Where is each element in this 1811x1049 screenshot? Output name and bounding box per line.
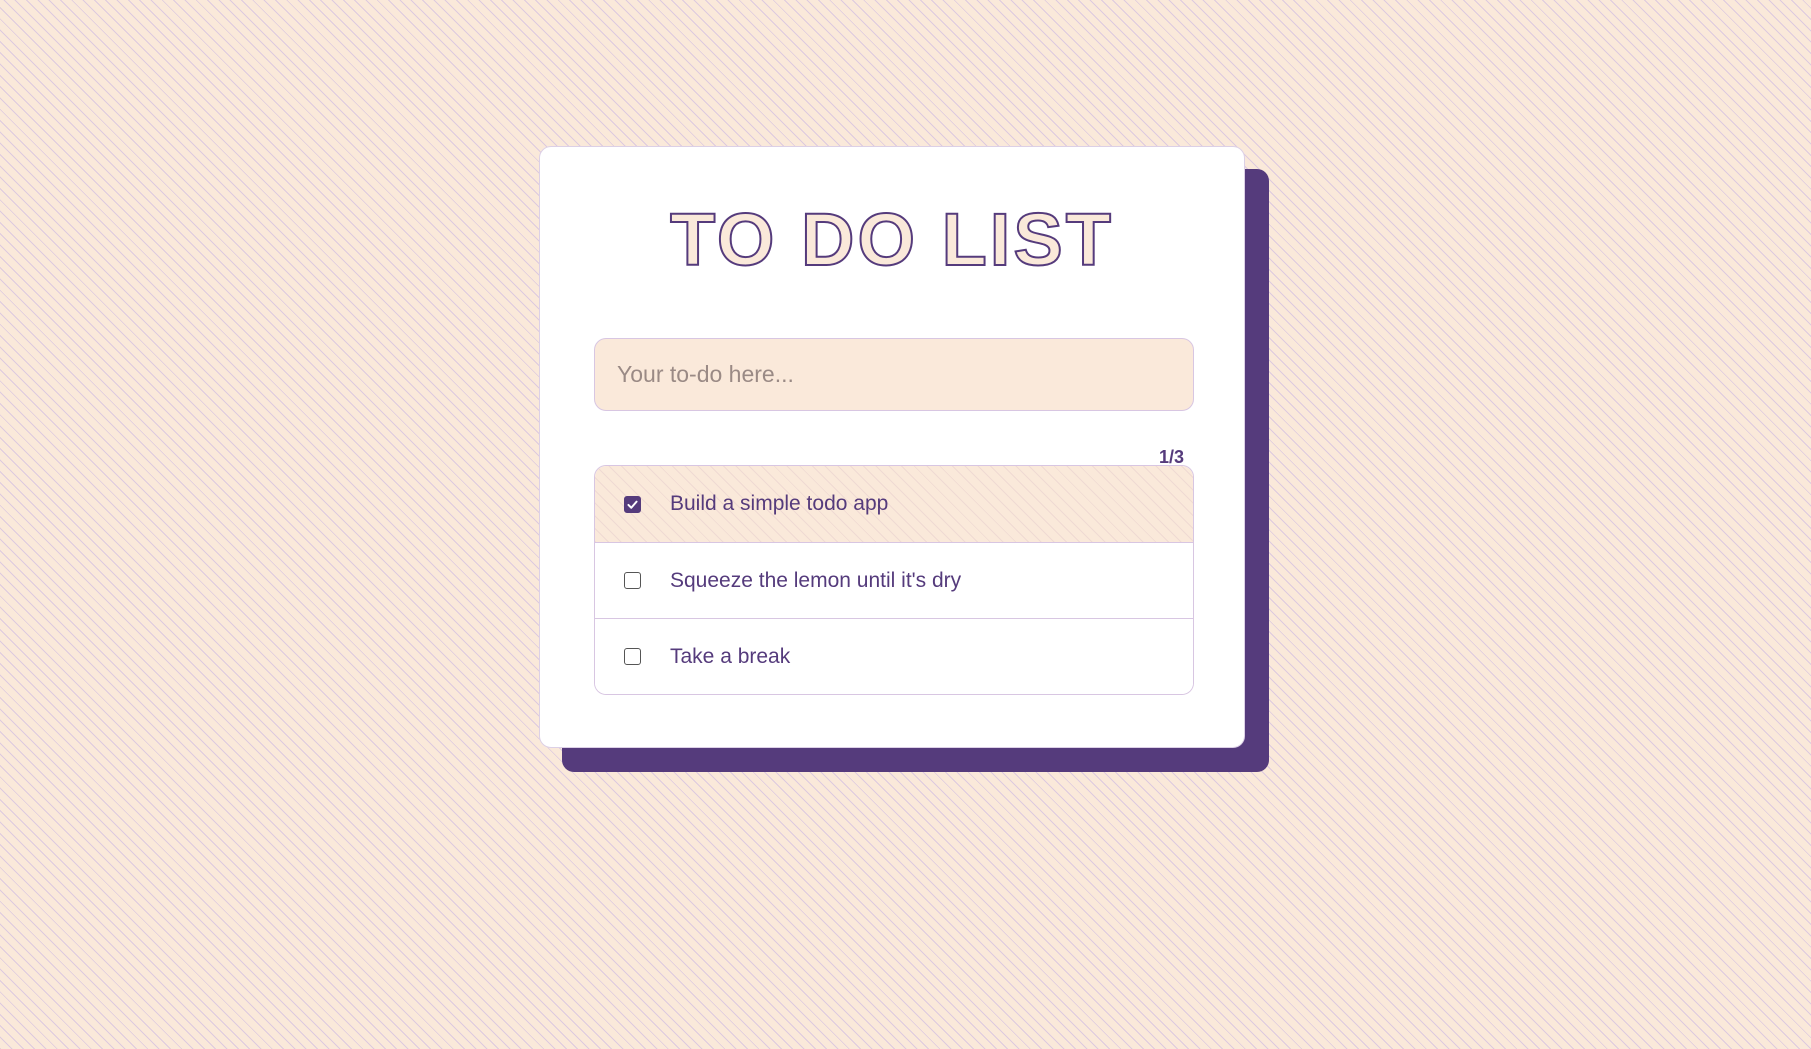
checkmark-icon (627, 500, 638, 509)
todo-card-wrapper: TO DO LIST 1/3 Build a simple todo app S (539, 146, 1269, 772)
todo-label: Squeeze the lemon until it's dry (670, 568, 962, 592)
todo-item[interactable]: Squeeze the lemon until it's dry (595, 542, 1193, 618)
page-title: TO DO LIST (669, 198, 1114, 281)
todo-checkbox[interactable] (624, 495, 641, 513)
todo-input[interactable] (594, 338, 1194, 411)
todo-checkbox[interactable] (624, 648, 641, 665)
todo-label: Take a break (670, 644, 791, 668)
todo-list: Build a simple todo app Squeeze the lemo… (594, 465, 1194, 695)
todo-card: TO DO LIST 1/3 Build a simple todo app S (539, 146, 1245, 748)
todo-checkbox[interactable] (624, 572, 641, 589)
todo-item[interactable]: Build a simple todo app (595, 466, 1193, 542)
todo-label: Build a simple todo app (670, 492, 889, 515)
todo-item[interactable]: Take a break (595, 618, 1193, 694)
